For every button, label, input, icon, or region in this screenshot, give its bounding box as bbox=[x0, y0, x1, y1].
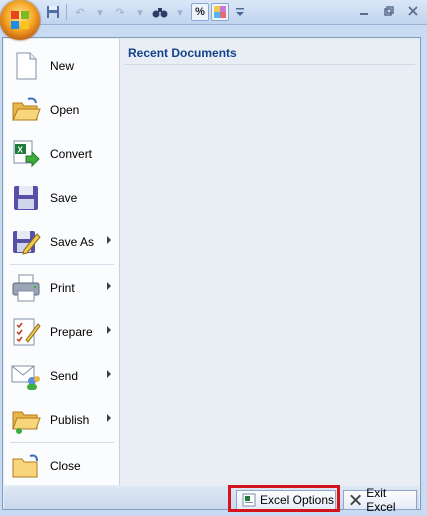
menu-item-open[interactable]: Open bbox=[4, 88, 119, 132]
title-bar: ↶ ▾ ↷ ▾ ▾ % bbox=[0, 0, 427, 25]
office-logo-icon bbox=[11, 11, 29, 29]
menu-item-label: Close bbox=[50, 459, 81, 473]
menu-item-label: Publish bbox=[50, 413, 90, 427]
submenu-arrow-icon bbox=[107, 236, 111, 244]
color-picker-icon[interactable] bbox=[211, 3, 229, 21]
menu-item-new[interactable]: New bbox=[4, 44, 119, 88]
menu-item-label: Convert bbox=[50, 147, 93, 161]
separator bbox=[66, 4, 67, 20]
menu-item-close[interactable]: Close bbox=[4, 444, 119, 488]
submenu-arrow-icon bbox=[107, 414, 111, 422]
restore-icon[interactable] bbox=[378, 2, 400, 20]
menu-item-print[interactable]: Print bbox=[4, 266, 119, 310]
menu-item-label: Print bbox=[50, 281, 75, 295]
save-icon[interactable] bbox=[44, 3, 62, 21]
send-icon bbox=[11, 365, 40, 390]
recent-documents-heading: Recent Documents bbox=[128, 46, 237, 60]
undo-icon[interactable]: ↶ bbox=[71, 3, 89, 21]
convert-icon: X bbox=[13, 140, 40, 168]
exit-excel-button[interactable]: Exit Excel bbox=[343, 486, 417, 514]
menu-divider bbox=[10, 264, 114, 265]
menu-item-send[interactable]: Send bbox=[4, 354, 119, 398]
open-folder-icon bbox=[12, 97, 41, 121]
close-folder-icon bbox=[12, 454, 38, 478]
chevron-down-icon[interactable]: ▾ bbox=[131, 3, 149, 21]
menu-footer: Excel Options Exit Excel bbox=[4, 486, 419, 514]
publish-folder-icon bbox=[12, 411, 41, 434]
menu-item-convert[interactable]: X Convert bbox=[4, 132, 119, 176]
office-button[interactable] bbox=[0, 0, 40, 40]
exit-excel-label: Exit Excel bbox=[366, 486, 396, 514]
submenu-arrow-icon bbox=[107, 370, 111, 378]
chevron-down-icon[interactable]: ▾ bbox=[171, 3, 189, 21]
save-icon bbox=[14, 186, 38, 210]
minimize-icon[interactable] bbox=[353, 2, 375, 20]
highlight-box bbox=[228, 485, 340, 512]
menu-item-label: Prepare bbox=[50, 325, 93, 339]
office-menu: New Open X Convert Save Save As Print Pr… bbox=[2, 37, 421, 514]
binoculars-icon[interactable] bbox=[151, 3, 169, 21]
recent-documents-divider bbox=[124, 64, 415, 65]
menu-item-label: New bbox=[50, 59, 75, 73]
close-icon bbox=[350, 494, 361, 506]
save-as-icon bbox=[13, 231, 41, 255]
menu-item-save-as[interactable]: Save As bbox=[4, 220, 119, 264]
quick-access-toolbar: ↶ ▾ ↷ ▾ ▾ % bbox=[44, 2, 249, 22]
new-document-icon bbox=[16, 52, 37, 80]
percent-style-button[interactable]: % bbox=[191, 3, 209, 21]
close-window-icon[interactable] bbox=[402, 2, 424, 20]
customize-toolbar-icon[interactable] bbox=[231, 3, 249, 21]
menu-item-label: Save bbox=[50, 191, 78, 205]
menu-item-prepare[interactable]: Prepare bbox=[4, 310, 119, 354]
menu-item-save[interactable]: Save bbox=[4, 176, 119, 220]
svg-text:X: X bbox=[18, 146, 24, 155]
prepare-icon bbox=[13, 318, 41, 346]
menu-item-publish[interactable]: Publish bbox=[4, 398, 119, 442]
menu-item-label: Send bbox=[50, 369, 79, 383]
submenu-arrow-icon bbox=[107, 282, 111, 290]
chevron-down-icon[interactable]: ▾ bbox=[91, 3, 109, 21]
menu-item-label: Save As bbox=[50, 235, 95, 249]
recent-documents-panel: Recent Documents bbox=[120, 39, 419, 485]
menu-commands: New Open X Convert Save Save As Print Pr… bbox=[4, 39, 120, 485]
menu-divider bbox=[10, 442, 114, 443]
submenu-arrow-icon bbox=[107, 326, 111, 334]
menu-item-label: Open bbox=[50, 103, 80, 117]
redo-icon[interactable]: ↷ bbox=[111, 3, 129, 21]
printer-icon bbox=[12, 274, 40, 302]
